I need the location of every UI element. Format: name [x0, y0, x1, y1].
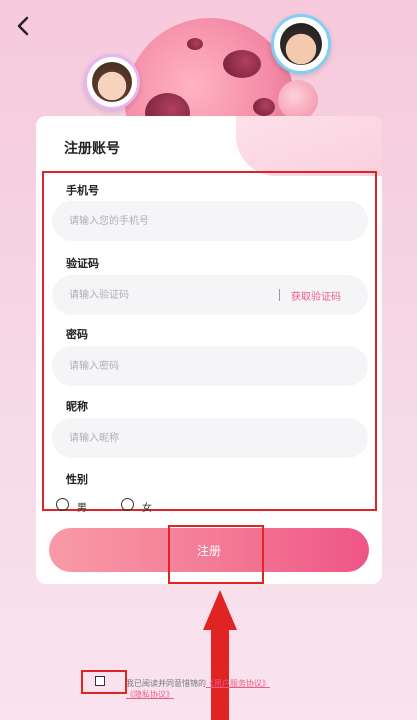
phone-input[interactable] — [52, 201, 269, 241]
card-title: 注册账号 — [64, 141, 120, 157]
card-header-decoration — [236, 116, 382, 176]
rock-illustration — [278, 80, 318, 120]
nickname-field — [52, 418, 368, 458]
nickname-label: 昵称 — [66, 400, 88, 413]
phone-label: 手机号 — [66, 184, 99, 197]
gender-male-radio[interactable] — [56, 498, 69, 511]
arrow-up-icon — [203, 590, 237, 630]
privacy-link[interactable]: 《隐私协议》 — [126, 690, 174, 699]
code-input[interactable] — [52, 275, 269, 315]
password-label: 密码 — [66, 328, 88, 341]
password-field — [52, 346, 368, 386]
gender-female-radio[interactable] — [121, 498, 134, 511]
code-label: 验证码 — [66, 257, 99, 270]
agreement-checkbox[interactable] — [95, 676, 105, 686]
phone-field — [52, 201, 368, 241]
get-code-button[interactable]: 获取验证码 — [291, 288, 341, 303]
code-divider — [279, 289, 280, 301]
arrow-shaft — [211, 628, 229, 720]
nickname-input[interactable] — [52, 418, 269, 458]
password-input[interactable] — [52, 346, 269, 386]
gender-male-label[interactable]: 男 — [77, 499, 87, 514]
agreement-text: 我已阅读并同意惜锦的《用户服务协议》 《隐私协议》 — [126, 678, 270, 700]
agreement-prefix: 我已阅读并同意惜锦的 — [126, 679, 206, 688]
gender-female-label[interactable]: 女 — [142, 499, 152, 514]
avatar-girl — [84, 54, 140, 110]
avatar-boy — [271, 14, 331, 74]
register-highlight-box — [168, 525, 264, 584]
user-agreement-link[interactable]: 《用户服务协议》 — [206, 679, 270, 688]
gender-label: 性别 — [66, 473, 88, 486]
